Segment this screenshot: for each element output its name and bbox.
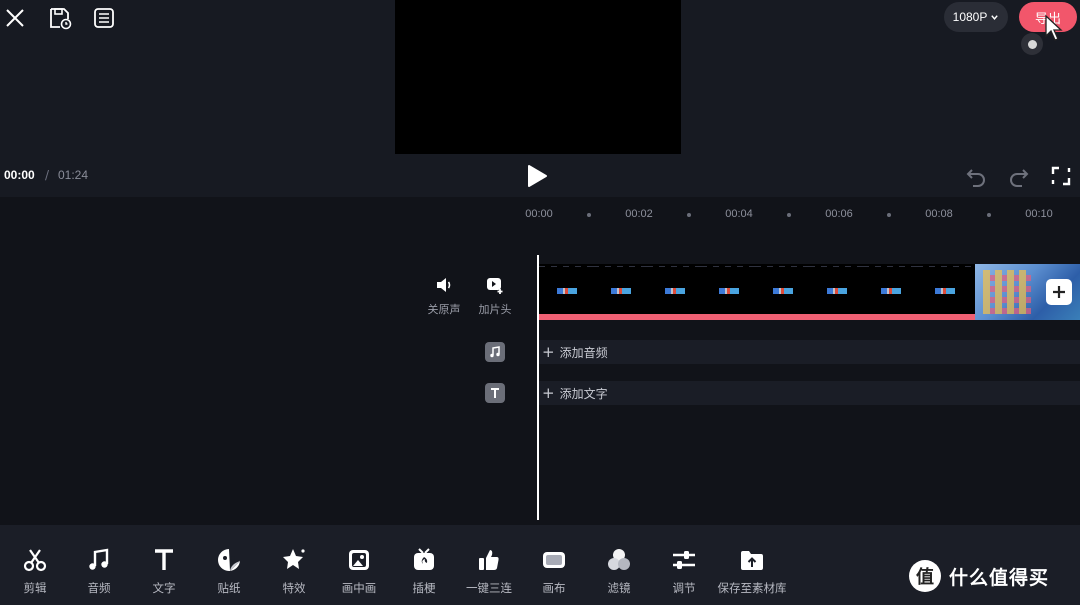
video-frame	[593, 264, 649, 314]
resolution-label: 1080P	[952, 10, 988, 24]
tool-label: 画中画	[341, 581, 377, 595]
record-indicator-icon	[1021, 33, 1043, 55]
mute-original-label: 关原声	[427, 303, 461, 316]
meme-tv-icon	[414, 548, 434, 570]
adjust-icon	[673, 551, 695, 569]
add-intro-button[interactable]: 加片头	[470, 275, 520, 317]
playback-controls: 00:00 / 01:24	[0, 155, 1080, 197]
save-draft-icon[interactable]	[47, 5, 73, 31]
ruler-tick: 00:06	[825, 208, 853, 220]
video-preview[interactable]	[395, 0, 681, 154]
add-clip-button[interactable]	[1046, 279, 1072, 305]
canvas-icon	[543, 552, 565, 568]
tool-label: 调节	[672, 581, 696, 595]
fullscreen-icon[interactable]	[1050, 165, 1072, 187]
undo-icon[interactable]	[965, 165, 987, 187]
add-intro-label: 加片头	[478, 303, 512, 316]
tool-meme[interactable]: 插梗	[388, 547, 460, 596]
video-frame	[863, 264, 919, 314]
clip-strip	[539, 314, 975, 320]
effects-icon	[283, 549, 305, 569]
text-icon	[155, 549, 173, 570]
ruler-tick: 00:02	[625, 208, 653, 220]
video-frame	[917, 264, 973, 314]
picture-in-picture-icon	[349, 550, 369, 570]
video-frame	[647, 264, 703, 314]
text-track-icon	[485, 383, 505, 403]
ruler-tick: 00:04	[725, 208, 753, 220]
chevron-down-icon	[991, 14, 999, 20]
add-audio-track[interactable]: + 添加音频	[539, 340, 1080, 364]
tool-adjust[interactable]: 调节	[648, 547, 720, 596]
tool-label: 滤镜	[607, 581, 631, 595]
top-bar: 1080P 导出	[0, 0, 1080, 155]
tool-label: 插梗	[412, 581, 436, 595]
video-frame	[755, 264, 811, 314]
speaker-icon	[437, 278, 451, 292]
redo-icon[interactable]	[1008, 165, 1030, 187]
watermark-logo-icon: 值	[909, 560, 941, 592]
watermark-text: 什么值得买	[949, 566, 1050, 589]
mouse-cursor-icon	[1045, 14, 1063, 41]
tool-label: 文字	[152, 581, 176, 595]
tool-label: 剪辑	[23, 581, 47, 595]
music-icon	[89, 548, 109, 570]
add-audio-label: 添加音频	[559, 345, 608, 360]
time-separator: /	[45, 168, 50, 182]
video-frame	[701, 264, 757, 314]
watermark-logo-char: 值	[916, 567, 934, 588]
video-frame	[809, 264, 865, 314]
tool-sticker[interactable]: 贴纸	[193, 547, 265, 596]
ruler-dot	[787, 213, 791, 217]
ruler-tick: 00:00	[525, 208, 553, 220]
list-icon[interactable]	[91, 5, 117, 31]
tool-canvas[interactable]: 画布	[518, 547, 590, 596]
mute-original-button[interactable]: 关原声	[419, 275, 469, 317]
tool-audio[interactable]: 音频	[63, 547, 135, 596]
video-track[interactable]	[539, 264, 1080, 320]
tool-save-to-library[interactable]: 保存至素材库	[713, 547, 791, 596]
ruler-dot	[887, 213, 891, 217]
tool-label: 贴纸	[217, 581, 241, 595]
watermark: 值 什么值得买	[909, 560, 1049, 592]
play-icon[interactable]	[526, 164, 548, 188]
save-to-library-icon	[741, 551, 763, 570]
add-intro-icon	[487, 278, 503, 294]
tool-triple-like[interactable]: 一键三连	[453, 547, 525, 596]
current-time: 00:00	[4, 168, 35, 182]
tool-label: 画布	[542, 581, 566, 595]
ruler-dot	[687, 213, 691, 217]
ruler-tick: 00:10	[1025, 208, 1053, 220]
thumbs-up-icon	[479, 550, 499, 570]
tool-text[interactable]: 文字	[128, 547, 200, 596]
ruler-dot	[587, 213, 591, 217]
video-frame	[539, 264, 595, 314]
tool-label: 一键三连	[466, 581, 512, 595]
tool-picture-in-picture[interactable]: 画中画	[323, 547, 395, 596]
tool-filter[interactable]: 滤镜	[583, 547, 655, 596]
resolution-select[interactable]: 1080P	[944, 2, 1008, 32]
filter-icon	[608, 549, 630, 570]
sticker-icon	[218, 549, 240, 571]
ruler-dot	[987, 213, 991, 217]
music-track-icon	[485, 342, 505, 362]
add-text-label: 添加文字	[559, 386, 608, 401]
add-text-track[interactable]: + 添加文字	[539, 381, 1080, 405]
plus-icon: +	[542, 384, 555, 402]
total-time: 01:24	[58, 168, 89, 182]
close-icon[interactable]	[2, 5, 28, 31]
tool-effects[interactable]: 特效	[258, 547, 330, 596]
tool-edit[interactable]: 剪辑	[0, 547, 71, 596]
plus-icon: +	[542, 343, 555, 361]
scissors-icon	[23, 549, 47, 572]
tool-label: 特效	[282, 581, 306, 595]
plus-icon	[1053, 286, 1065, 298]
ruler-tick: 00:08	[925, 208, 953, 220]
timeline-area: 00:00 00:02 00:04 00:06 00:08 00:10 关原声 …	[0, 197, 1080, 525]
tool-label: 音频	[87, 581, 111, 595]
playhead[interactable]	[537, 255, 539, 520]
tool-label: 保存至素材库	[717, 581, 787, 595]
